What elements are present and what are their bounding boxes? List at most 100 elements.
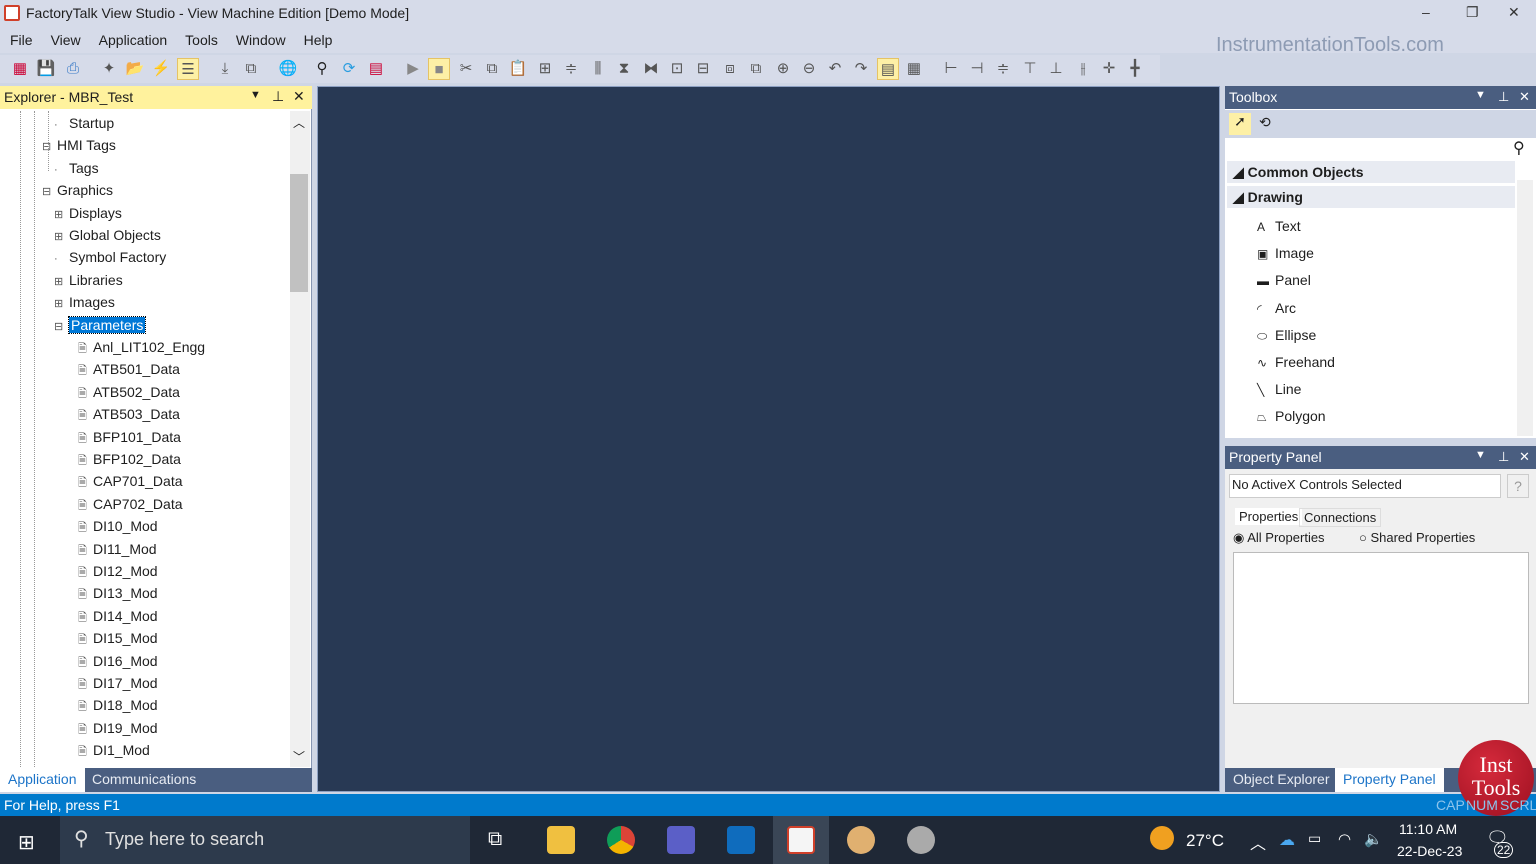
cross-reference-icon[interactable]: ▤ (365, 58, 387, 80)
align-middle-v-icon[interactable]: ⫲ (1072, 58, 1094, 80)
scroll-up-icon[interactable]: ︿ (293, 114, 305, 131)
global-objects-icon[interactable]: ⊞ (54, 227, 66, 247)
tree-item[interactable]: ⊟ Parameters (54, 315, 147, 337)
toolbox-item[interactable]: ⏢ Polygon (1257, 408, 1326, 425)
toolbox-item[interactable]: ∿ Freehand (1257, 354, 1335, 370)
search-icon[interactable]: ⚲ (1513, 138, 1525, 158)
toolbox-item[interactable]: ◜ Arc (1257, 300, 1296, 316)
tree-item[interactable]: · Symbol Factory (54, 247, 166, 267)
toolbox-item[interactable]: ▣ Image (1257, 245, 1314, 261)
duplicate-icon[interactable]: ⊞ (534, 58, 556, 80)
run-icon[interactable]: ⚡ (150, 58, 172, 80)
close-button[interactable]: ✕ (1508, 4, 1520, 21)
onedrive-icon[interactable]: ☁ (1279, 830, 1295, 850)
tree-item[interactable]: ⊞ Images (54, 292, 115, 312)
tree-item[interactable]: ⊞ Global Objects (54, 225, 161, 245)
menu-help[interactable]: Help (294, 28, 341, 48)
tree-item[interactable]: 🗎 DI11_Mod (78, 539, 157, 559)
align-middle-icon[interactable]: ≑ (560, 58, 582, 80)
clock-date[interactable]: 22-Dec-23 (1397, 843, 1462, 859)
save-icon[interactable]: 💾 (35, 58, 57, 80)
close-icon[interactable]: ✕ (1519, 449, 1530, 465)
selection-field[interactable]: No ActiveX Controls Selected (1229, 474, 1501, 498)
paint-icon[interactable] (847, 826, 875, 854)
tree-item[interactable]: ⊞ Displays (54, 203, 122, 223)
explorer-toggle-icon[interactable]: ☰ (177, 58, 199, 80)
minimize-button[interactable]: ‒ (1422, 4, 1430, 20)
zoom-out-icon[interactable]: ⊖ (798, 58, 820, 80)
app-icon[interactable] (907, 826, 935, 854)
tree-item[interactable]: 🗎 BFP102_Data (78, 449, 181, 469)
tree-item[interactable]: 🗎 DI12_Mod (78, 561, 158, 581)
file-explorer-icon[interactable] (547, 826, 575, 854)
send-back-icon[interactable]: ⧉ (745, 58, 767, 80)
tree-item[interactable]: 🗎 DI14_Mod (78, 606, 158, 626)
group-icon[interactable]: ⊡ (666, 58, 688, 80)
help-button[interactable]: ? (1507, 474, 1529, 498)
tree-item[interactable]: 🗎 CAP701_Data (78, 471, 183, 491)
tab-properties[interactable]: Properties (1235, 508, 1303, 525)
images-icon[interactable]: ⊞ (54, 294, 66, 314)
copy-icon[interactable]: ⧉ (481, 58, 503, 80)
new-display-icon[interactable]: ▦ (9, 58, 31, 80)
tree-item[interactable]: 🗎 DI15_Mod (78, 628, 158, 648)
pin-icon[interactable]: ⊥ (1498, 449, 1509, 465)
toolbox-scrollbar[interactable] (1517, 180, 1533, 436)
category-common-objects[interactable]: ◢ Common Objects (1227, 161, 1515, 183)
close-icon[interactable]: ✕ (293, 88, 305, 105)
paste-icon[interactable]: 📋 (507, 58, 529, 80)
dropdown-icon[interactable]: ▼ (1475, 449, 1486, 461)
tab-communications[interactable]: Communications (84, 768, 204, 792)
align-bottom-icon[interactable]: ⊥ (1045, 58, 1067, 80)
bring-front-icon[interactable]: ⧈ (719, 58, 741, 80)
pin-icon[interactable]: ⊥ (272, 88, 284, 105)
pin-icon[interactable]: ⊥ (1498, 89, 1509, 105)
object-explorer-icon[interactable]: ▦ (903, 58, 925, 80)
center-point-icon[interactable]: ✛ (1098, 58, 1120, 80)
tree-item[interactable]: 🗎 DI1_Mod (78, 740, 150, 760)
battery-icon[interactable]: ▭ (1308, 830, 1321, 847)
tree-item[interactable]: 🗎 DI17_Mod (78, 673, 158, 693)
toolbox-item[interactable]: ╲ Line (1257, 381, 1301, 397)
toolbox-item[interactable]: ▬ Panel (1257, 272, 1311, 288)
parameters-icon[interactable]: ⊟ (54, 317, 66, 337)
edit-mode-icon[interactable]: ■ (428, 58, 450, 80)
wifi-icon[interactable]: ◠ (1338, 830, 1351, 848)
chrome-icon[interactable] (607, 826, 635, 854)
weather-temp[interactable]: 27°C (1186, 831, 1224, 851)
chevron-up-icon[interactable]: ︿ (1250, 830, 1266, 854)
dropdown-icon[interactable]: ▼ (1475, 89, 1486, 101)
toolbox-item[interactable]: A Text (1257, 218, 1301, 234)
displays-icon[interactable]: ⊞ (54, 205, 66, 225)
align-right-icon[interactable]: ⊣ (966, 58, 988, 80)
tree-item[interactable]: 🗎 DI19_Mod (78, 718, 158, 738)
tree-item[interactable]: 🗎 DI10_Mod (78, 516, 158, 536)
zoom-in-icon[interactable]: ⊕ (772, 58, 794, 80)
toolbox-item[interactable]: ⬭ Ellipse (1257, 327, 1316, 344)
test-display-icon[interactable]: ▶ (402, 58, 424, 80)
transfer-icon[interactable]: ⧉ (240, 58, 262, 80)
radio-all-properties[interactable]: ◉ All Properties (1233, 530, 1325, 546)
task-view-icon[interactable]: ⧉ (488, 828, 502, 851)
maximize-button[interactable]: ❐ (1466, 4, 1479, 21)
cross-icon[interactable]: ╋ (1124, 58, 1146, 80)
outlook-icon[interactable] (727, 826, 755, 854)
libraries-icon[interactable]: ⊞ (54, 272, 66, 292)
tree-item[interactable]: 🗎 ATB501_Data (78, 359, 180, 379)
redo-icon[interactable]: ↷ (850, 58, 872, 80)
rotate-icon[interactable]: ⟲ (1259, 114, 1271, 131)
cut-icon[interactable]: ✂ (455, 58, 477, 80)
close-icon[interactable]: ✕ (1519, 89, 1530, 105)
open-icon[interactable]: 📂 (124, 58, 146, 80)
menu-view[interactable]: View (41, 28, 89, 48)
tab-connections[interactable]: Connections (1299, 508, 1382, 527)
tab-application[interactable]: Application (0, 768, 85, 792)
refresh-icon[interactable]: ⟳ (338, 58, 360, 80)
taskbar-search[interactable]: ⚲ Type here to search (60, 816, 470, 864)
undo-icon[interactable]: ↶ (824, 58, 846, 80)
tab-object-explorer[interactable]: Object Explorer (1225, 768, 1337, 792)
find-icon[interactable]: ⚲ (311, 58, 333, 80)
tab-property-panel[interactable]: Property Panel (1335, 768, 1444, 792)
flip-vertical-icon[interactable]: ⧗ (613, 58, 635, 80)
tree-item[interactable]: 🗎 ATB502_Data (78, 382, 180, 402)
